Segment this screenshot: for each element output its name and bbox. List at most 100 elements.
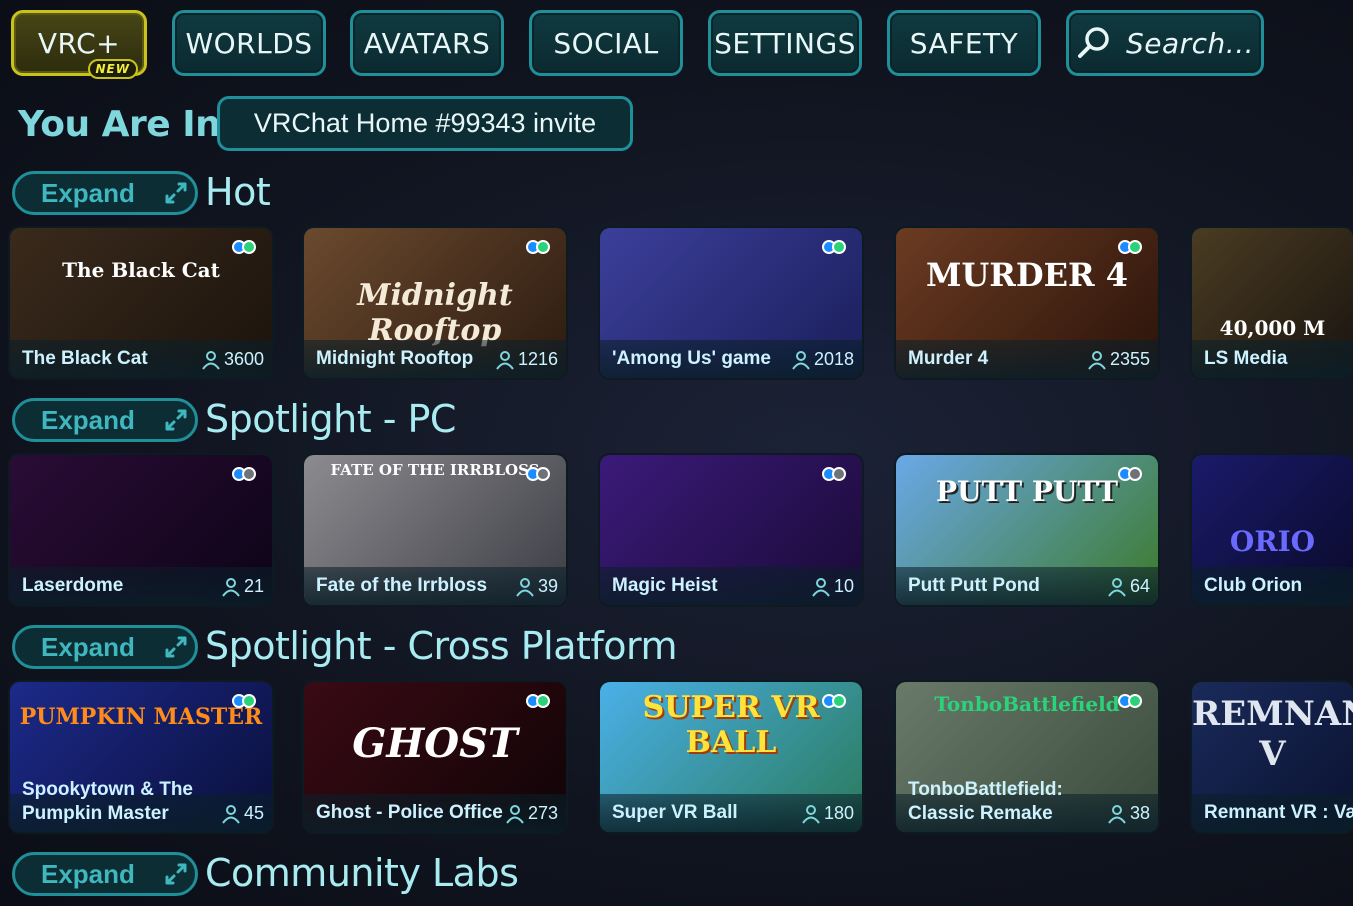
user-count-value: 39 <box>537 576 558 596</box>
card-footer: The Black Cat 3600 <box>10 340 272 378</box>
world-name: Fate of the Irrbloss <box>316 575 488 596</box>
expand-arrows-icon <box>165 409 187 431</box>
expand-label: Expand <box>41 631 135 662</box>
world-card[interactable]: 'Among Us' game 2018 <box>600 228 862 378</box>
world-card[interactable]: REMNANT V Remnant VR : Va <box>1192 682 1353 832</box>
platform-indicator-icon <box>232 694 256 708</box>
expand-arrows-icon <box>165 636 187 658</box>
world-name: LS Media <box>1204 348 1288 369</box>
card-footer: Putt Putt Pond 64 <box>896 567 1158 605</box>
new-badge: NEW <box>87 59 138 79</box>
card-footer: TonboBattlefield: Classic Remake 38 <box>896 779 1158 832</box>
worlds-tab[interactable]: WORLDS <box>172 10 326 76</box>
location-label: You Are In <box>18 104 221 145</box>
expand-button[interactable]: Expand <box>12 625 198 669</box>
current-instance-button[interactable]: VRChat Home #99343 invite <box>217 96 633 151</box>
world-card[interactable]: ORIO Club Orion <box>1192 455 1353 605</box>
expand-button[interactable]: Expand <box>12 171 198 215</box>
thumbnail-art-text: GHOST <box>352 720 518 767</box>
user-icon <box>812 577 830 597</box>
card-footer: Magic Heist 10 <box>600 567 862 605</box>
platform-indicator-icon <box>1118 694 1142 708</box>
expand-label: Expand <box>41 177 135 208</box>
world-card[interactable]: TonboBattlefield TonboBattlefield: Classi… <box>896 682 1158 832</box>
card-footer: Remnant VR : Va <box>1192 794 1353 832</box>
expand-button[interactable]: Expand <box>12 852 198 896</box>
expand-arrows-icon <box>165 182 187 204</box>
card-footer: Ghost - Police Office 273 <box>304 794 566 832</box>
card-footer: Murder 4 2355 <box>896 340 1158 378</box>
world-card[interactable]: 40,000 M LS Media <box>1192 228 1353 378</box>
user-icon <box>516 577 534 597</box>
thumbnail-art-text: The Black Cat <box>62 258 220 282</box>
world-name: Midnight Rooftop <box>316 348 474 369</box>
user-icon <box>496 350 514 370</box>
user-count-value: 45 <box>243 803 264 823</box>
user-count-value: 38 <box>1129 803 1150 823</box>
platform-indicator-icon <box>232 467 256 481</box>
platform-indicator-icon <box>232 240 256 254</box>
world-name: TonboBattlefield: Classic Remake <box>908 779 1063 824</box>
search-placeholder: Search... <box>1125 26 1254 60</box>
top-nav: VRC+ NEW WORLDS AVATARS SOCIAL SETTINGS … <box>0 0 1353 88</box>
world-card[interactable]: PUTT PUTT Putt Putt Pond 64 <box>896 455 1158 605</box>
user-icon <box>1108 577 1126 597</box>
user-count-value: 10 <box>833 576 854 596</box>
user-count-value: 2018 <box>813 349 854 369</box>
expand-button[interactable]: Expand <box>12 398 198 442</box>
platform-indicator-icon <box>526 694 550 708</box>
world-name: Remnant VR : Va <box>1204 802 1353 823</box>
user-count-value: 273 <box>527 803 558 823</box>
world-name: Magic Heist <box>612 575 718 596</box>
user-count: 21 <box>221 576 264 597</box>
world-card[interactable]: The Black Cat The Black Cat 3600 <box>10 228 272 378</box>
user-count: 3600 <box>201 349 264 370</box>
world-name: Super VR Ball <box>612 802 738 823</box>
user-count-value: 64 <box>1129 576 1150 596</box>
world-card[interactable]: Laserdome 21 <box>10 455 272 605</box>
user-icon <box>222 804 240 824</box>
section-title: Community Labs <box>205 851 519 895</box>
user-count: 1216 <box>495 349 558 370</box>
platform-indicator-icon <box>1118 240 1142 254</box>
world-card[interactable]: MURDER 4 Murder 4 2355 <box>896 228 1158 378</box>
user-count: 180 <box>801 803 854 824</box>
avatars-tab[interactable]: AVATARS <box>350 10 504 76</box>
user-count-value: 1216 <box>517 349 558 369</box>
world-name: Putt Putt Pond <box>908 575 1040 596</box>
user-count: 2355 <box>1087 349 1150 370</box>
vrc-plus-button[interactable]: VRC+ NEW <box>11 10 147 79</box>
social-tab[interactable]: SOCIAL <box>529 10 683 76</box>
card-footer: 'Among Us' game 2018 <box>600 340 862 378</box>
world-card[interactable]: FATE OF THE IRRBLOSS Fate of the Irrbloss… <box>304 455 566 605</box>
world-name: 'Among Us' game <box>612 348 771 369</box>
settings-tab[interactable]: SETTINGS <box>708 10 862 76</box>
world-card[interactable]: Midnight Rooftop Midnight Rooftop 1216 <box>304 228 566 378</box>
world-name: Laserdome <box>22 575 124 596</box>
section-title: Spotlight - Cross Platform <box>205 624 677 668</box>
thumbnail-art-text: ORIO <box>1229 525 1316 558</box>
user-count: 2018 <box>791 349 854 370</box>
world-name: Ghost - Police Office <box>316 802 503 823</box>
thumbnail-art-text: 40,000 M <box>1219 316 1326 340</box>
world-card[interactable]: GHOST Ghost - Police Office 273 <box>304 682 566 832</box>
user-count: 38 <box>1107 803 1150 824</box>
user-count-value: 2355 <box>1109 349 1150 369</box>
user-icon <box>1108 804 1126 824</box>
world-name: The Black Cat <box>22 348 148 369</box>
card-footer: Midnight Rooftop 1216 <box>304 340 566 378</box>
expand-arrows-icon <box>165 863 187 885</box>
world-card[interactable]: Magic Heist 10 <box>600 455 862 605</box>
search-icon <box>1077 27 1109 58</box>
world-card[interactable]: SUPER VR BALL Super VR Ball 180 <box>600 682 862 832</box>
section-title: Spotlight - PC <box>205 397 456 441</box>
vrc-plus-label: VRC+ <box>37 26 121 60</box>
world-card[interactable]: PUMPKIN MASTER Spookytown & The Pumpkin M… <box>10 682 272 832</box>
user-count: 10 <box>811 576 854 597</box>
user-icon <box>222 577 240 597</box>
user-count: 273 <box>505 803 558 824</box>
safety-tab[interactable]: SAFETY <box>887 10 1041 76</box>
user-icon <box>1088 350 1106 370</box>
search-button[interactable]: Search... <box>1066 10 1264 76</box>
user-count-value: 3600 <box>223 349 264 369</box>
